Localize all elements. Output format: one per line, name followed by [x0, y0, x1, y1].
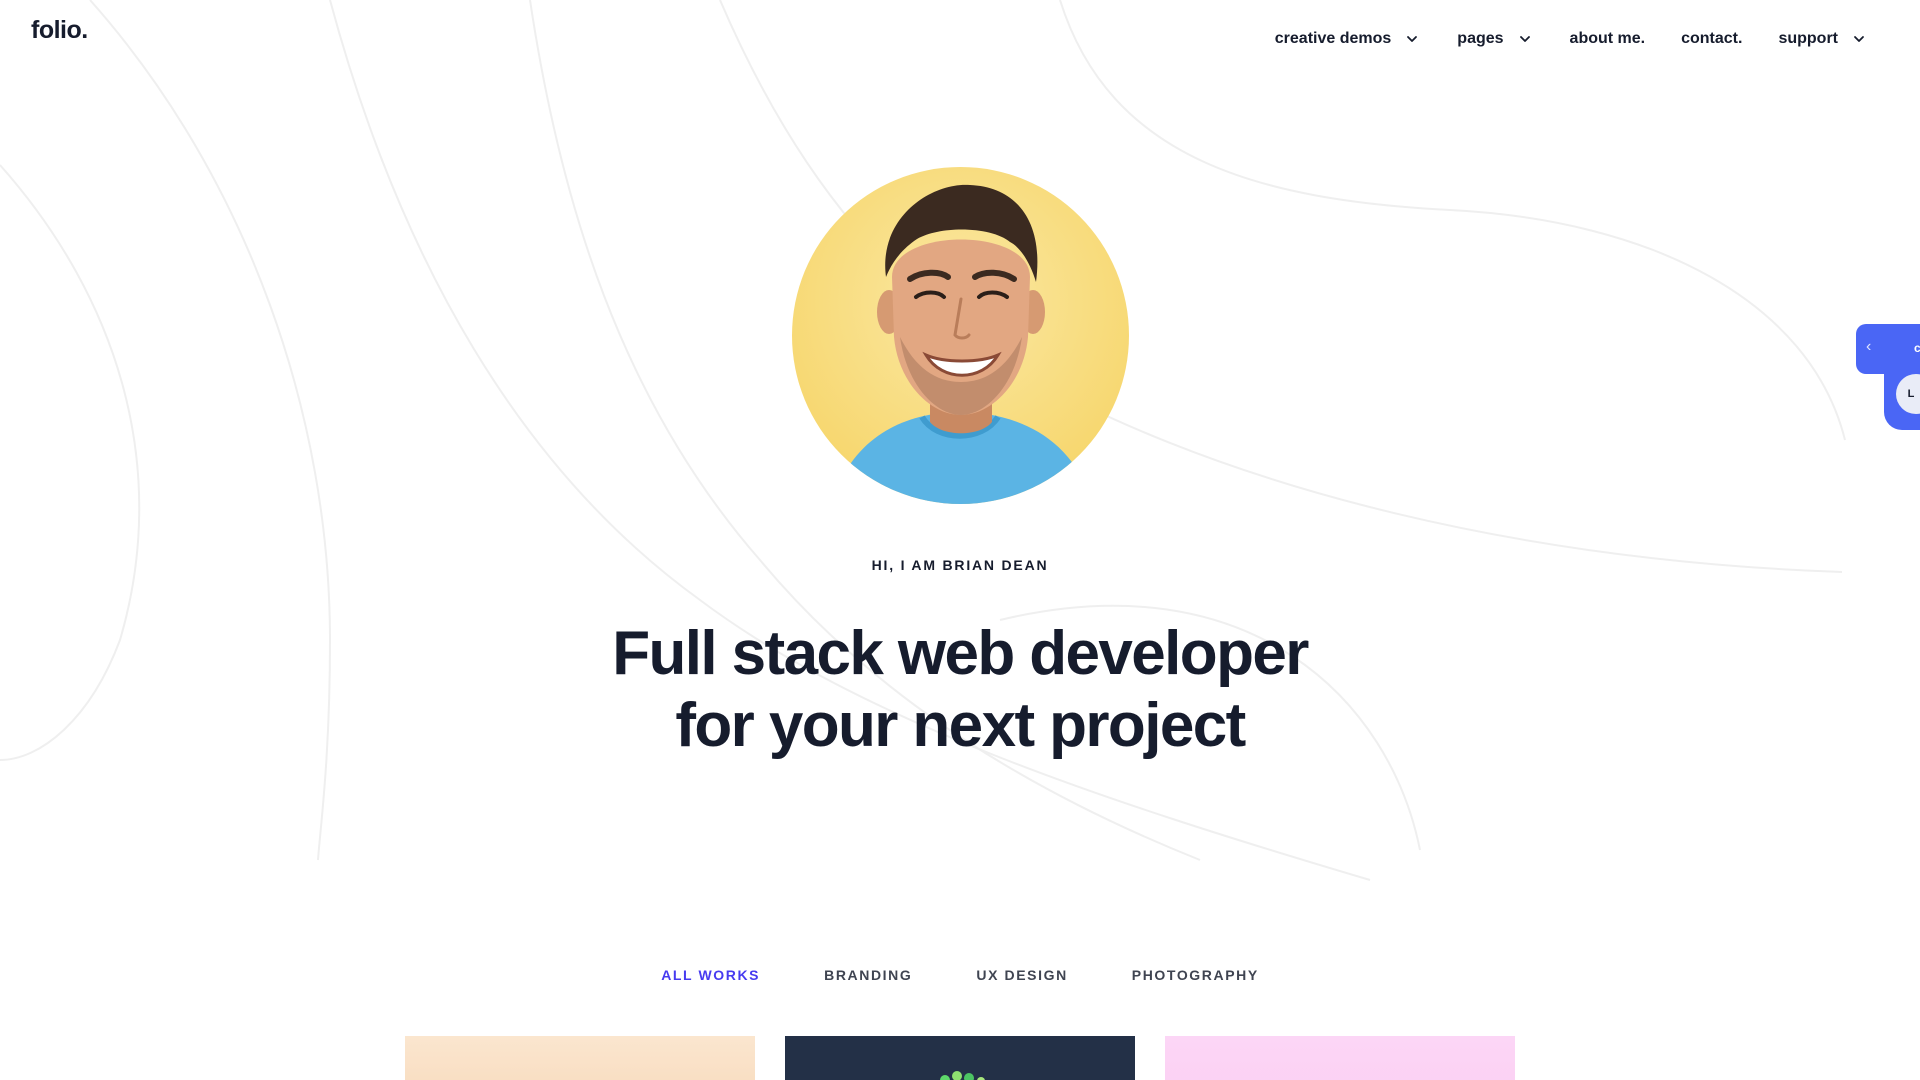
- side-panel-label: c: [1914, 341, 1920, 355]
- avatar: [792, 167, 1129, 504]
- nav-item-contact[interactable]: contact.: [1681, 30, 1742, 48]
- filter-branding[interactable]: BRANDING: [824, 967, 912, 983]
- filter-ux-design[interactable]: UX DESIGN: [976, 967, 1067, 983]
- nav-item-label: creative demos: [1274, 30, 1392, 47]
- hero-headline-line-1: Full stack web developer: [612, 619, 1309, 688]
- nav-item-pages[interactable]: pages: [1457, 30, 1533, 48]
- background-curves: [0, 0, 1846, 881]
- avatar-portrait: [792, 167, 1129, 504]
- portfolio-card[interactable]: [405, 1036, 755, 1080]
- nav-item-label: support: [1778, 30, 1838, 47]
- hero-headline-line-2: for your next project: [675, 691, 1246, 760]
- chevron-down-icon: [1407, 36, 1418, 42]
- filter-photography[interactable]: PHOTOGRAPHY: [1132, 967, 1259, 983]
- nav-item-creative-demos[interactable]: creative demos: [1275, 30, 1422, 48]
- filter-all-works[interactable]: ALL WORKS: [661, 967, 760, 983]
- hero-headline: Full stack web developer for your next p…: [460, 618, 1460, 762]
- portfolio-card[interactable]: [785, 1036, 1135, 1080]
- side-panel-avatar-tab[interactable]: L: [1884, 364, 1920, 430]
- portfolio-filters: ALL WORKS BRANDING UX DESIGN PHOTOGRAPHY: [0, 967, 1920, 983]
- portfolio-card[interactable]: [1165, 1036, 1515, 1080]
- nav-item-about-me[interactable]: about me.: [1570, 30, 1646, 48]
- nav-item-label: about me.: [1569, 30, 1646, 47]
- nav-item-label: contact.: [1681, 30, 1743, 47]
- side-panel-avatar: L: [1896, 374, 1920, 414]
- hero-eyebrow: HI, I AM BRIAN DEAN: [871, 557, 1049, 573]
- nav-item-support[interactable]: support: [1778, 30, 1868, 48]
- chevron-down-icon: [1854, 36, 1864, 42]
- card-artwork: [940, 1071, 985, 1080]
- chevron-down-icon: [1519, 36, 1530, 42]
- chevron-left-icon: ‹: [1866, 338, 1872, 355]
- page: folio. creative demos pages about me. co…: [0, 0, 1920, 1080]
- main-nav: creative demos pages about me. contact. …: [1239, 24, 1868, 54]
- logo[interactable]: folio.: [31, 16, 88, 45]
- nav-item-label: pages: [1457, 30, 1504, 47]
